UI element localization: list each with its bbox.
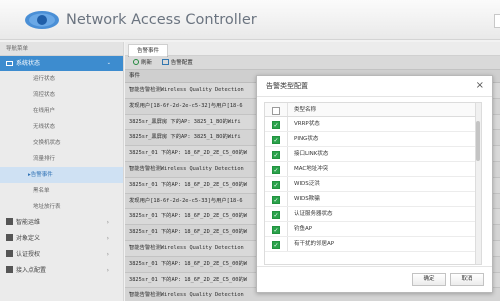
sidebar-item[interactable]: 地址放行表: [0, 199, 123, 215]
ap-icon: [6, 266, 13, 273]
checkbox[interactable]: ✓: [272, 180, 280, 189]
sidebar-group[interactable]: 智能运维 ›: [0, 215, 123, 231]
column-divider: [287, 117, 288, 131]
checkbox[interactable]: ✓: [272, 195, 280, 204]
sidebar-group[interactable]: 对象定义 ›: [0, 231, 123, 247]
checkbox[interactable]: ✓: [272, 150, 280, 159]
checkbox[interactable]: ✓: [272, 135, 280, 144]
chevron-right-icon: ›: [106, 235, 109, 242]
dialog-title-bar: 告警类型配置 ×: [257, 76, 492, 97]
alarm-type-row[interactable]: ✓ VRRP状态: [265, 117, 481, 132]
alarm-type-dialog: 告警类型配置 × 类型名称 ✓ VRRP状态 ✓ PING状态 ✓ 接口LINK状态 ✓ MA…: [256, 75, 493, 293]
sidebar-group-label: 认证授权: [16, 251, 41, 258]
alarm-type-label: WIDS欺骗: [294, 196, 320, 202]
sidebar-header: 导航菜单: [0, 42, 123, 56]
alarm-type-row[interactable]: ✓ 钓鱼AP: [265, 222, 481, 237]
close-icon[interactable]: ×: [476, 76, 484, 96]
alarm-type-label: PING状态: [294, 136, 319, 142]
column-divider: [287, 162, 288, 176]
checkbox[interactable]: ✓: [272, 225, 280, 234]
chevron-right-icon: ›: [106, 219, 109, 226]
column-divider: [287, 147, 288, 161]
alarm-type-row[interactable]: ✓ 有干扰的邻居AP: [265, 237, 481, 252]
sidebar-item[interactable]: 交换机状态: [0, 135, 123, 151]
alarm-type-header: 类型名称: [265, 103, 481, 117]
sidebar-group[interactable]: 认证授权 ›: [0, 247, 123, 263]
sidebar-group-label: 对象定义: [16, 235, 41, 242]
ok-button[interactable]: 确定: [412, 273, 446, 286]
sidebar-item[interactable]: 流量排行: [0, 151, 123, 167]
logo-icon: [25, 11, 59, 29]
monitor-icon: [6, 61, 13, 66]
checkbox[interactable]: ✓: [272, 120, 280, 129]
chevron-right-icon: ›: [106, 251, 109, 258]
alarm-type-label: WIDS泛洪: [294, 181, 320, 187]
sidebar-item[interactable]: 无线状态: [0, 119, 123, 135]
alarm-type-label: 接口LINK状态: [294, 151, 329, 157]
alarm-type-label: 认证服务器状态: [294, 211, 333, 217]
column-divider: [287, 222, 288, 236]
alarm-type-row[interactable]: ✓ MAC地址冲突: [265, 162, 481, 177]
sidebar-item[interactable]: 流控状态: [0, 87, 123, 103]
sidebar-item[interactable]: 在线用户: [0, 103, 123, 119]
sidebar-group-label: 智能运维: [16, 219, 41, 226]
alarm-type-row[interactable]: ✓ PING状态: [265, 132, 481, 147]
checkbox[interactable]: ✓: [272, 165, 280, 174]
column-divider: [287, 103, 288, 116]
chevron-down-icon: ⌄: [106, 60, 111, 66]
checkbox[interactable]: ✓: [272, 210, 280, 219]
alarm-type-label: 有干扰的邻居AP: [294, 241, 335, 247]
sidebar-group-system-status[interactable]: 系统状态 ⌄: [0, 56, 123, 71]
scrollbar-thumb[interactable]: [476, 121, 480, 161]
column-divider: [287, 237, 288, 251]
app-header: Network Access Controller: [0, 0, 500, 40]
user-icon: [6, 250, 13, 257]
tab-bar: 告警事件: [125, 42, 500, 57]
dialog-title: 告警类型配置: [266, 82, 308, 90]
sidebar-item[interactable]: ▸告警事件: [0, 167, 123, 183]
select-all-checkbox[interactable]: [272, 106, 280, 115]
alarm-type-label: 钓鱼AP: [294, 226, 313, 232]
sidebar-group-label: 接入点配置: [16, 267, 47, 274]
sidebar-item[interactable]: 运行状态: [0, 71, 123, 87]
scrollbar[interactable]: [475, 103, 481, 264]
object-icon: [6, 234, 13, 241]
alarm-type-table: 类型名称 ✓ VRRP状态 ✓ PING状态 ✓ 接口LINK状态 ✓ MAC地址冲突 ✓ WID…: [264, 102, 482, 265]
alarm-type-row[interactable]: ✓ WIDS泛洪: [265, 177, 481, 192]
alarm-type-row[interactable]: ✓ 接口LINK状态: [265, 147, 481, 162]
sidebar-group[interactable]: 接入点配置 ›: [0, 263, 123, 279]
alarm-type-label: MAC地址冲突: [294, 166, 329, 172]
type-name-header: 类型名称: [294, 107, 317, 113]
sidebar-item[interactable]: 黑名单: [0, 183, 123, 199]
alarm-type-row[interactable]: ✓ 认证服务器状态: [265, 207, 481, 222]
checkbox[interactable]: ✓: [272, 240, 280, 249]
column-divider: [287, 132, 288, 146]
sidebar-group-label: 系统状态: [16, 60, 41, 67]
cancel-button[interactable]: 取消: [450, 273, 484, 286]
chevron-right-icon: ›: [106, 267, 109, 274]
column-divider: [287, 207, 288, 221]
dialog-footer: 确定 取消: [257, 266, 492, 292]
alarm-type-label: VRRP状态: [294, 121, 320, 127]
sidebar: 导航菜单 系统状态 ⌄ 运行状态 流控状态 在线用户 无线状态 交换机状态 流量排行 ▸告警…: [0, 42, 124, 301]
column-divider: [287, 192, 288, 206]
column-divider: [287, 177, 288, 191]
header-control[interactable]: [494, 14, 500, 28]
alarm-type-row[interactable]: ✓ WIDS欺骗: [265, 192, 481, 207]
app-title: Network Access Controller: [66, 12, 257, 28]
monitor-icon: [6, 218, 13, 225]
